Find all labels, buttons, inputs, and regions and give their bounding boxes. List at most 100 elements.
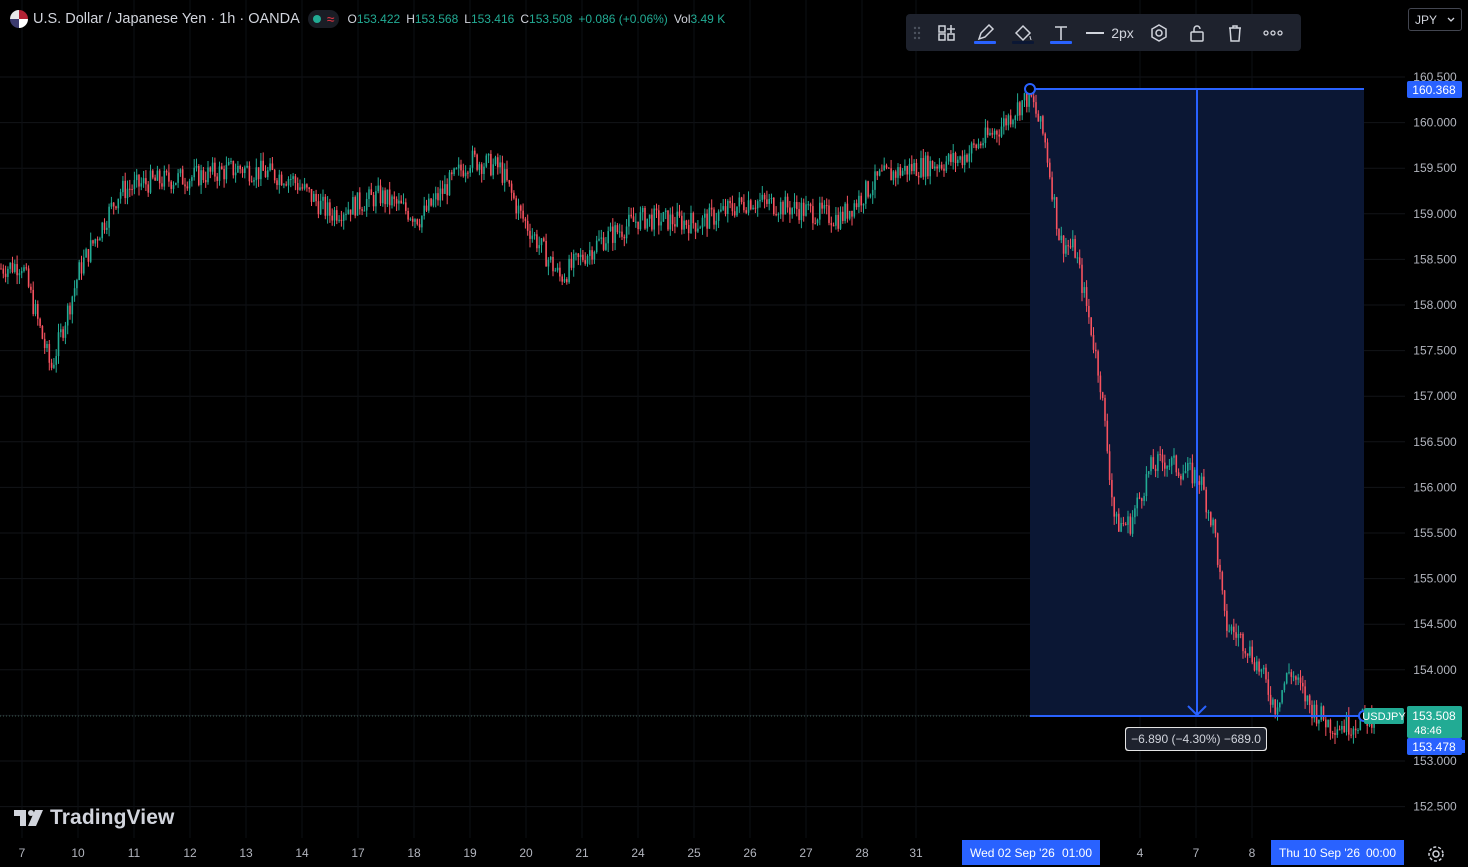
candle-body: [517, 205, 520, 214]
candle-body: [421, 215, 423, 228]
candle-body: [1060, 235, 1063, 241]
price-tick-label: 159.000: [1413, 207, 1457, 221]
candle-body: [789, 207, 791, 215]
candle-body: [699, 227, 701, 229]
time-tick-label: 27: [799, 846, 813, 860]
candle-body: [513, 192, 515, 199]
candle-body: [303, 184, 306, 189]
range-top-price-label: 160.368: [1412, 83, 1456, 97]
candle-body: [678, 211, 681, 216]
measure-label: −6.890 (−4.30%) −689.0: [1131, 732, 1261, 746]
candle-body: [924, 155, 927, 177]
candle-body: [952, 153, 954, 163]
candle-body: [1058, 229, 1060, 241]
candle-body: [1318, 719, 1320, 724]
candle-body: [71, 296, 74, 315]
line-color-button[interactable]: [966, 14, 1004, 51]
chart-canvas[interactable]: −6.890 (−4.30%) −689.0 160.500160.000159…: [0, 0, 1468, 867]
templates-button[interactable]: [928, 14, 966, 51]
candle-body: [241, 169, 244, 174]
currency-selector[interactable]: JPY: [1408, 8, 1462, 31]
text-color-button[interactable]: [1042, 14, 1080, 51]
candle-body: [582, 254, 584, 261]
candle-body: [110, 202, 113, 207]
candle-body: [653, 208, 655, 230]
candle-body: [131, 188, 133, 190]
candle-body: [11, 262, 14, 272]
candle-body: [23, 267, 25, 272]
candle-body: [674, 224, 676, 227]
gear-icon[interactable]: [1426, 844, 1446, 864]
candle-body: [641, 207, 644, 213]
time-tick-label: 31: [909, 846, 923, 860]
candle-body: [761, 194, 764, 200]
candle-body: [1150, 457, 1152, 472]
candle-body: [1177, 472, 1180, 476]
text-icon: [1055, 25, 1067, 40]
candle-body: [1182, 473, 1184, 480]
candle-body: [687, 224, 690, 234]
candle-body: [669, 214, 672, 230]
symbol-title[interactable]: U.S. Dollar / Japanese Yen · 1h · OANDA: [33, 11, 300, 27]
candle-body: [207, 167, 209, 183]
time-tick-label: 25: [687, 846, 701, 860]
candle-body: [1090, 317, 1092, 336]
candle-body: [329, 202, 331, 216]
candle-body: [9, 262, 11, 269]
candle-body: [375, 191, 377, 207]
candle-body: [407, 210, 409, 220]
candle-body: [46, 343, 48, 349]
candle-body: [1072, 239, 1074, 248]
candle-body: [894, 171, 897, 178]
candle-body: [43, 338, 46, 349]
time-axis[interactable]: 7 10 11 12 13 14 17 18 19 20 21 24 25 26 27 28 31 4 7 8 Wed …: [0, 838, 1468, 867]
candle-body: [867, 181, 869, 197]
drag-handle-icon[interactable]: [906, 14, 928, 51]
candle-body: [1251, 646, 1253, 663]
candle-body: [209, 167, 212, 172]
candle-body: [1304, 686, 1306, 702]
candle-body: [1003, 118, 1005, 127]
candle-body: [623, 236, 626, 239]
candle-body: [69, 305, 71, 315]
candle-body: [738, 197, 741, 207]
candle-body: [1322, 706, 1325, 720]
candle-body: [934, 166, 936, 169]
price-tick-label: 159.500: [1413, 161, 1457, 175]
candle-body: [892, 171, 895, 181]
candle-body: [1159, 454, 1161, 456]
range-start-time-tag-time: 01:00: [1062, 846, 1092, 860]
range-start-handle[interactable]: [1024, 83, 1036, 95]
candle-body: [361, 209, 363, 211]
candle-body: [101, 222, 103, 239]
fill-color-button[interactable]: [1004, 14, 1042, 51]
candle-body: [78, 262, 80, 280]
candle-body: [124, 180, 126, 199]
candle-body: [986, 127, 989, 135]
candle-body: [89, 240, 92, 262]
candle-body: [425, 205, 428, 211]
candle-body: [777, 214, 780, 216]
candle-body: [1069, 246, 1072, 248]
candle-body: [618, 231, 621, 233]
candle-body: [1279, 702, 1281, 708]
line-width-button[interactable]: 2px: [1080, 14, 1140, 51]
candle-body: [616, 225, 619, 233]
ohlc-open: O153.422: [347, 12, 401, 26]
lock-button[interactable]: [1178, 14, 1216, 51]
candle-body: [66, 305, 69, 326]
time-tick-label: 7: [1193, 846, 1200, 860]
candle-body: [294, 176, 297, 184]
candle-body: [954, 153, 957, 163]
candle-body: [246, 165, 248, 168]
delete-button[interactable]: [1216, 14, 1254, 51]
more-button[interactable]: [1254, 14, 1292, 51]
candle-body: [179, 169, 182, 174]
time-tick-label: 20: [519, 846, 533, 860]
candle-body: [202, 170, 205, 180]
market-status-pill[interactable]: ≈: [307, 10, 340, 28]
tradingview-logo[interactable]: TradingView: [14, 805, 174, 831]
settings-button[interactable]: [1140, 14, 1178, 51]
currency-selector-value: JPY: [1415, 12, 1438, 27]
candle-body: [170, 181, 172, 189]
